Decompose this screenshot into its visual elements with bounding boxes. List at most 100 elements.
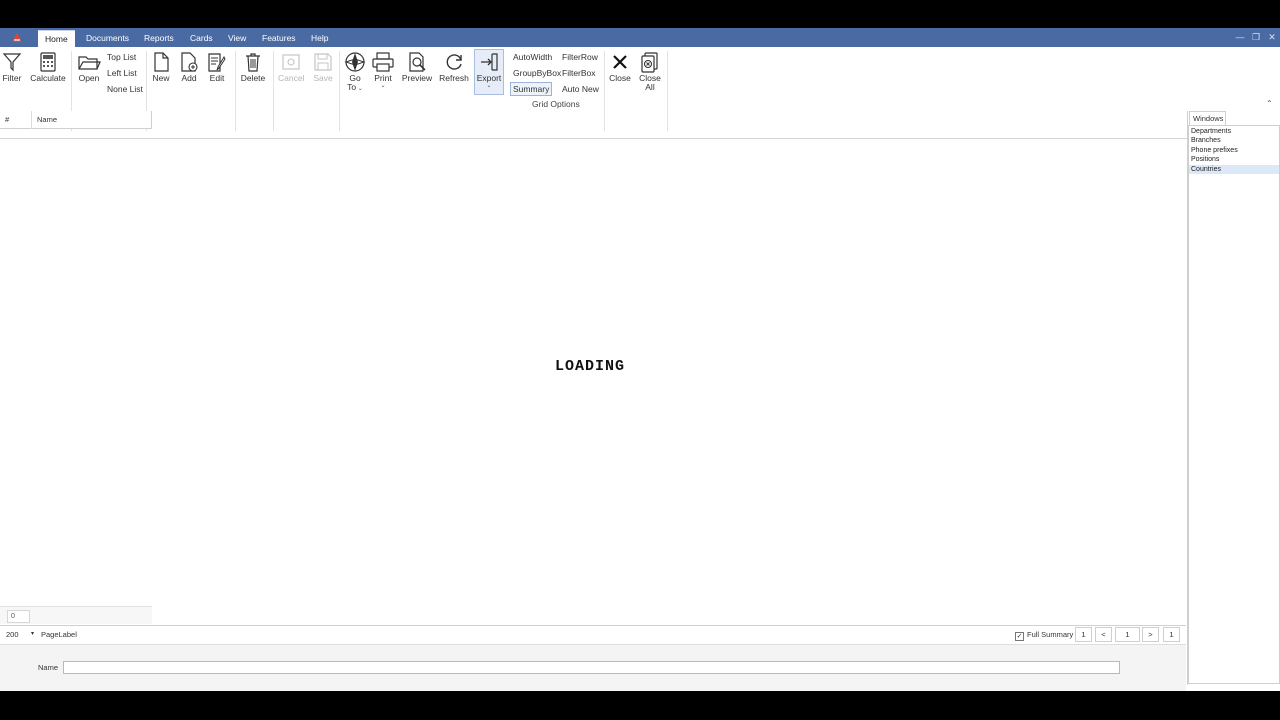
none-list-button[interactable]: None List: [107, 84, 143, 94]
filterbox-button[interactable]: FilterBox: [562, 68, 596, 78]
tab-help[interactable]: Help: [304, 30, 335, 47]
chevron-down-icon: ⌄: [380, 83, 386, 89]
window-item-branches[interactable]: Branches: [1189, 136, 1279, 145]
new-document-icon: [154, 52, 169, 72]
edit-label: Edit: [209, 73, 225, 83]
window-item-phone-prefixes[interactable]: Phone prefixes: [1189, 146, 1279, 155]
close-all-button[interactable]: Close All: [637, 51, 663, 92]
add-document-icon: [181, 52, 198, 72]
windows-list: Departments Branches Phone prefixes Posi…: [1188, 125, 1280, 684]
refresh-label: Refresh: [439, 73, 469, 83]
current-page-input[interactable]: 1: [1115, 627, 1140, 642]
full-summary-checkbox[interactable]: ✓ Full Summary: [1015, 628, 1073, 641]
close-label: Close: [609, 73, 631, 83]
calculator-icon: [40, 52, 56, 72]
tab-cards[interactable]: Cards: [183, 30, 220, 47]
print-button[interactable]: Print ⌄: [371, 51, 395, 89]
window-item-departments[interactable]: Departments: [1189, 127, 1279, 136]
window-item-positions[interactable]: Positions: [1189, 155, 1279, 164]
close-button[interactable]: Close: [608, 51, 632, 83]
name-field[interactable]: [63, 661, 1120, 674]
delete-button[interactable]: Delete: [240, 51, 266, 83]
tab-reports[interactable]: Reports: [137, 30, 181, 47]
first-page-button[interactable]: 1: [1075, 627, 1092, 642]
auto-new-button[interactable]: Auto New: [562, 84, 599, 94]
filter-icon: [2, 53, 22, 72]
menu-bar: Home Documents Reports Cards View Featur…: [0, 28, 1280, 47]
left-list-button[interactable]: Left List: [107, 68, 137, 78]
page-size-select[interactable]: 200 ▾: [3, 628, 37, 641]
app-logo-icon: [12, 33, 22, 42]
folder-icon: [78, 56, 101, 70]
top-list-button[interactable]: Top List: [107, 52, 136, 62]
groupbybox-button[interactable]: GroupByBox: [513, 68, 561, 78]
column-header-name[interactable]: Name: [32, 111, 152, 129]
save-icon: [314, 53, 332, 71]
tab-windows[interactable]: Windows: [1189, 111, 1226, 125]
tab-view[interactable]: View: [221, 30, 253, 47]
column-header-number[interactable]: #: [0, 111, 32, 129]
refresh-button[interactable]: Refresh: [439, 51, 469, 83]
cancel-icon: [282, 54, 300, 70]
export-button[interactable]: Export ⌄: [475, 51, 503, 89]
page-size-value: 200: [6, 630, 19, 639]
collapse-ribbon-icon[interactable]: ⌃: [1266, 99, 1273, 108]
calculate-button[interactable]: Calculate: [30, 51, 66, 83]
export-label: Export: [476, 73, 502, 83]
loading-indicator: LOADING: [554, 358, 625, 375]
pager-bar: 200 ▾ PageLabel ✓ Full Summary 1 < 1 > 1: [0, 625, 1186, 643]
go-to-button[interactable]: Go To ⌄: [343, 51, 367, 92]
minimize-icon[interactable]: —: [1234, 31, 1246, 43]
open-label: Open: [78, 73, 100, 83]
add-label: Add: [181, 73, 197, 83]
next-page-button[interactable]: >: [1142, 627, 1159, 642]
trash-icon: [246, 53, 260, 72]
close-window-icon[interactable]: ✕: [1266, 31, 1278, 43]
windows-panel: Windows Departments Branches Phone prefi…: [1187, 111, 1280, 685]
ribbon: Filter Calculate Open Top List Left List…: [0, 47, 1280, 139]
edit-button[interactable]: Edit: [206, 51, 228, 83]
cancel-button[interactable]: Cancel: [278, 51, 304, 83]
new-button[interactable]: New: [151, 51, 171, 83]
close-icon: [613, 55, 627, 69]
filterrow-button[interactable]: FilterRow: [562, 52, 598, 62]
filter-button[interactable]: Filter: [2, 51, 22, 83]
delete-label: Delete: [240, 73, 266, 83]
window-item-countries[interactable]: Countries: [1189, 164, 1279, 174]
last-page-button[interactable]: 1: [1163, 627, 1180, 642]
edit-panel: Name: [0, 644, 1186, 691]
page-label: PageLabel: [41, 630, 77, 639]
chevron-down-icon: ▾: [31, 631, 35, 637]
prev-page-button[interactable]: <: [1095, 627, 1112, 642]
autowidth-button[interactable]: AutoWidth: [513, 52, 552, 62]
grid-options-group-label: Grid Options: [532, 99, 580, 109]
preview-label: Preview: [401, 73, 433, 83]
tab-features[interactable]: Features: [255, 30, 303, 47]
summary-button[interactable]: Summary: [510, 82, 553, 96]
chevron-down-icon: ⌄: [486, 83, 492, 89]
add-button[interactable]: Add: [178, 51, 200, 83]
full-summary-label: Full Summary: [1027, 630, 1074, 639]
calculate-label: Calculate: [30, 73, 66, 83]
save-button[interactable]: Save: [311, 51, 335, 83]
preview-button[interactable]: Preview: [400, 51, 434, 83]
printer-icon: [372, 52, 394, 72]
restore-icon[interactable]: ❐: [1250, 31, 1262, 43]
name-label: Name: [38, 663, 59, 672]
navigation-icon: [344, 52, 366, 72]
separator: [667, 51, 668, 131]
print-label: Print: [374, 73, 392, 83]
grid-header: # Name: [0, 111, 152, 129]
separator: [273, 51, 274, 131]
open-button[interactable]: Open: [77, 51, 101, 83]
separator: [604, 51, 605, 131]
application-window: Home Documents Reports Cards View Featur…: [0, 28, 1280, 691]
tab-documents[interactable]: Documents: [79, 30, 136, 47]
grid-footer: 0: [0, 606, 152, 624]
refresh-icon: [446, 54, 462, 70]
tab-home[interactable]: Home: [38, 30, 75, 47]
go-to-label-2: To: [347, 82, 357, 92]
new-label: New: [152, 73, 170, 83]
filter-label: Filter: [2, 73, 22, 83]
edit-icon: [208, 53, 226, 72]
